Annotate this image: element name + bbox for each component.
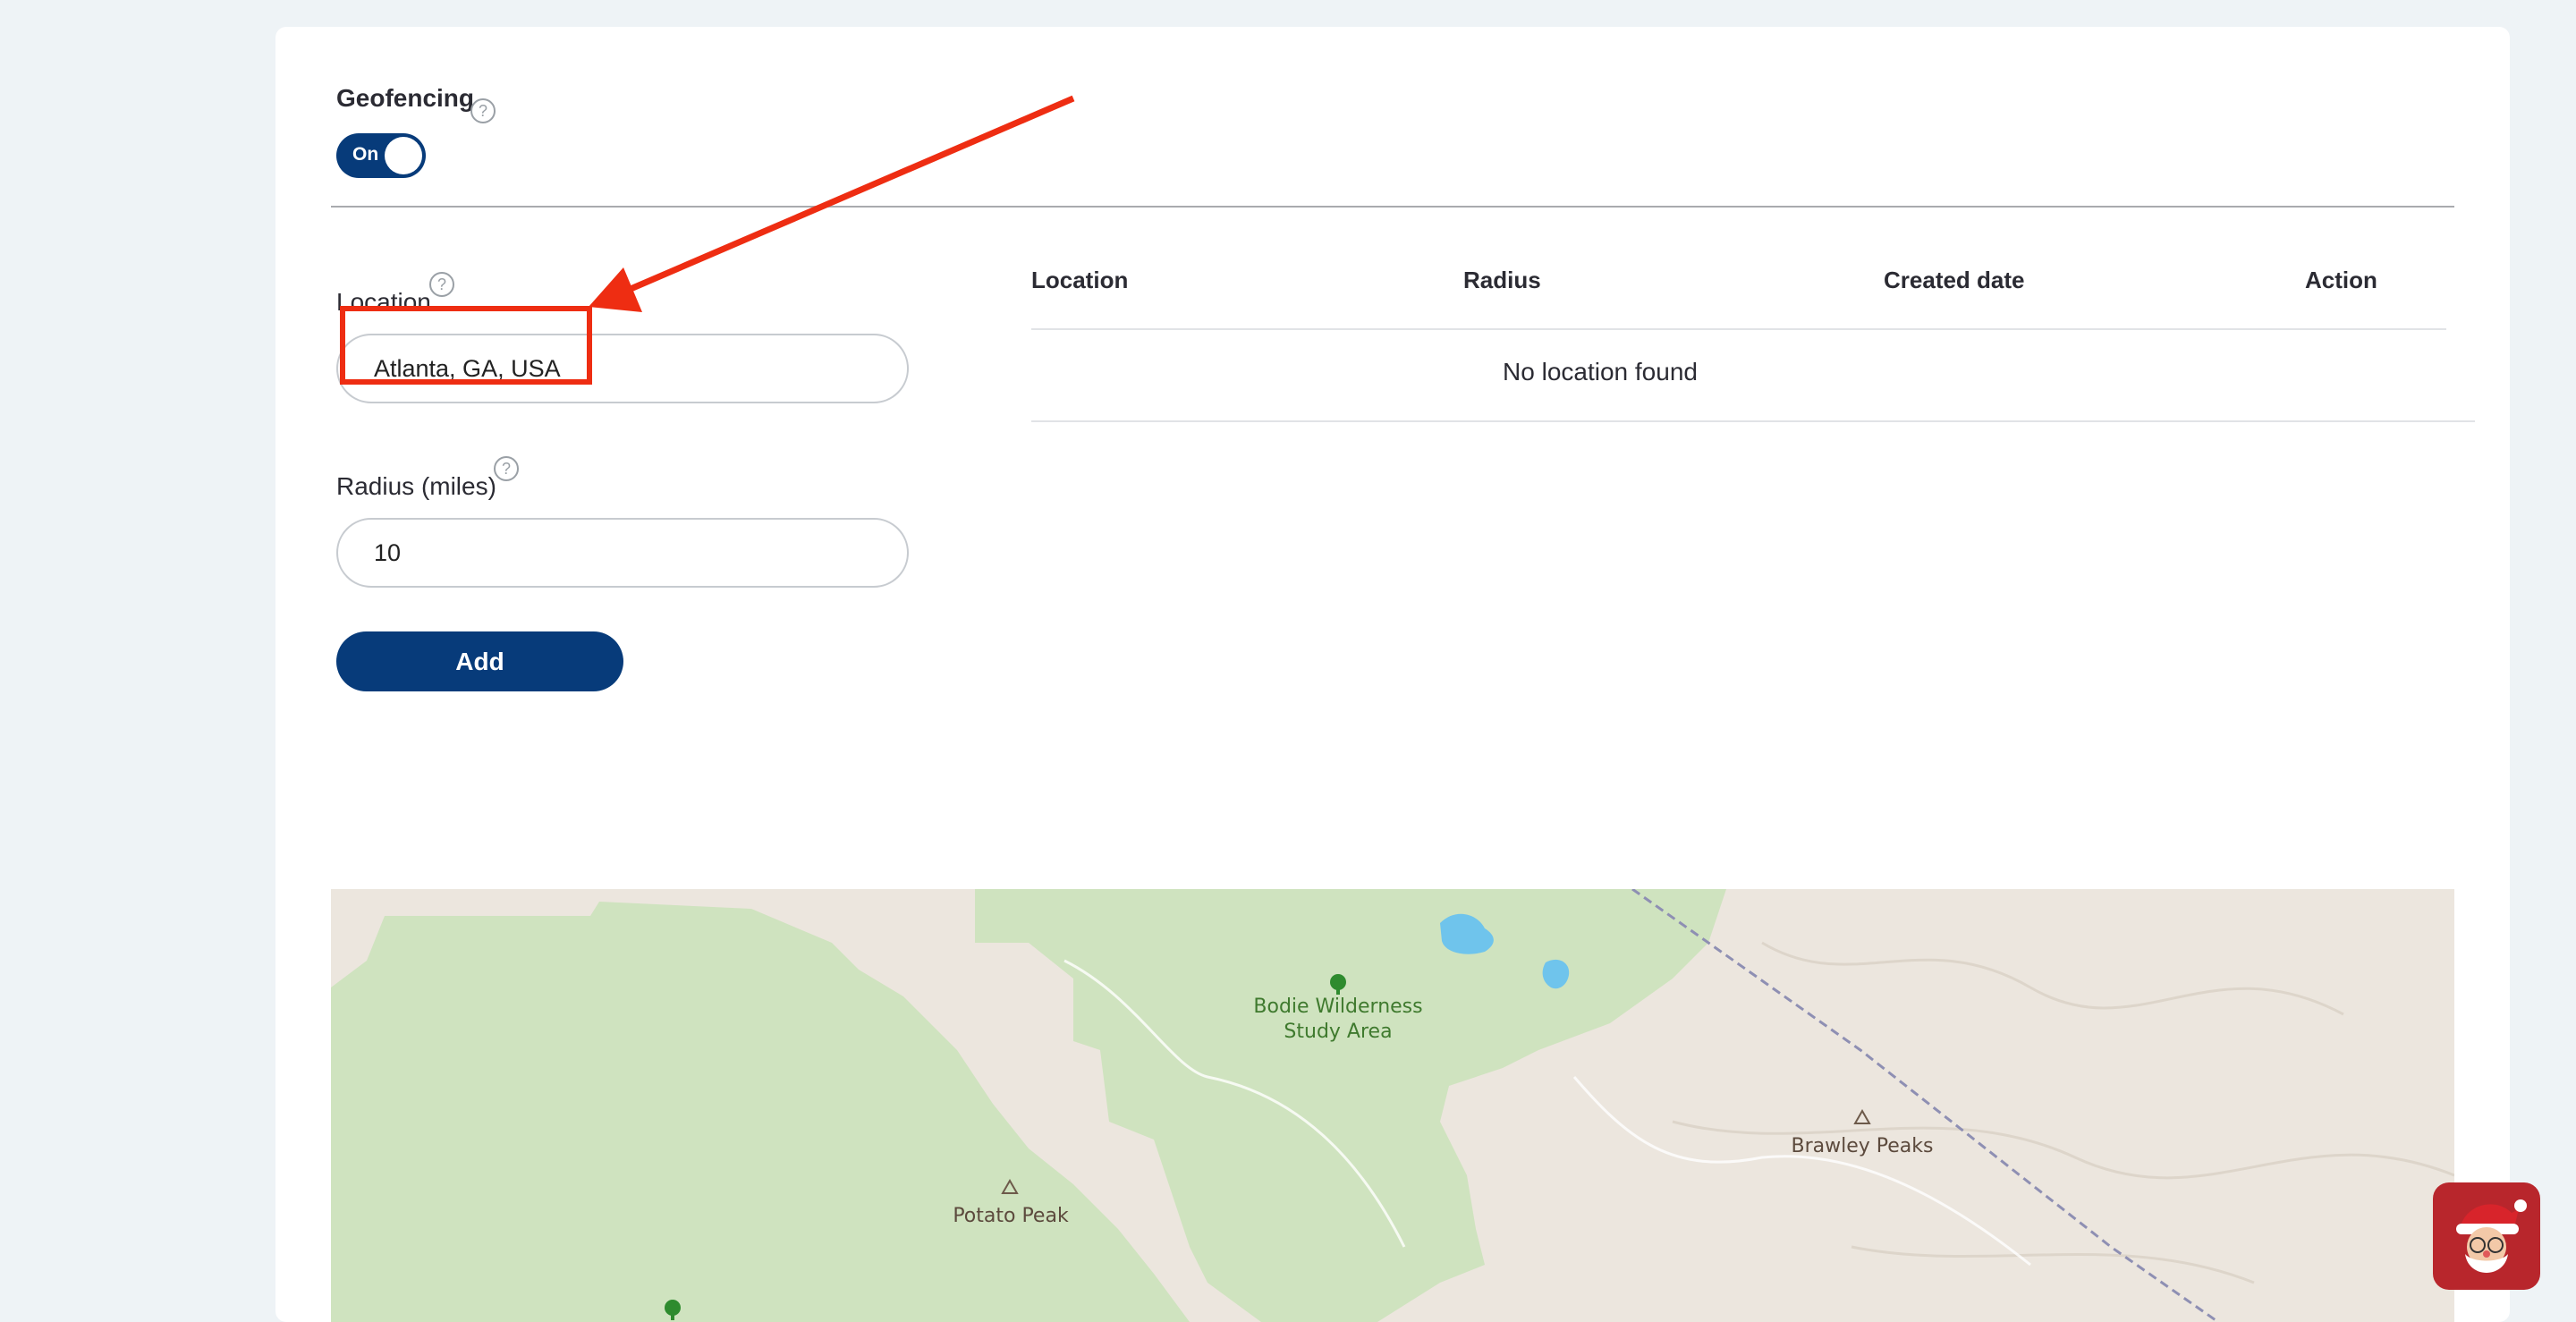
geofencing-help-icon[interactable]: ? — [470, 98, 496, 123]
santa-avatar-icon — [2456, 1199, 2527, 1273]
radius-help-icon[interactable]: ? — [494, 456, 519, 481]
toggle-knob — [385, 137, 422, 174]
geofencing-title: Geofencing — [336, 84, 475, 112]
column-header-created-date: Created date — [1884, 267, 2025, 293]
empty-table-message: No location found — [1503, 358, 1698, 386]
map-label-potato-peak: Potato Peak — [953, 1205, 1069, 1227]
radius-input[interactable] — [336, 518, 909, 588]
radius-label: Radius (miles) — [336, 472, 496, 500]
map-label-bodie: Bodie Wilderness Study Area — [1249, 995, 1428, 1045]
table-header-divider — [1031, 328, 2446, 330]
table-bottom-divider — [1031, 420, 2475, 422]
map-label-bodie-line2: Study Area — [1284, 1021, 1393, 1043]
column-header-action: Action — [2305, 267, 2377, 293]
map-view[interactable]: Bodie Wilderness Study Area Potato Peak … — [331, 889, 2454, 1322]
map-label-brawley-peaks: Brawley Peaks — [1791, 1135, 1934, 1157]
map-canvas — [331, 889, 2454, 1322]
annotation-highlight-box — [340, 306, 592, 385]
toggle-label: On — [352, 144, 379, 165]
assistant-launcher-button[interactable] — [2433, 1182, 2540, 1290]
geofencing-toggle[interactable]: On — [336, 133, 426, 178]
column-header-radius: Radius — [1463, 267, 1541, 293]
add-button[interactable]: Add — [336, 631, 623, 691]
geofencing-card: Geofencing ? On Location ? Radius (miles… — [275, 27, 2510, 1322]
section-divider — [331, 206, 2454, 208]
column-header-location: Location — [1031, 267, 1129, 293]
map-label-bodie-line1: Bodie Wilderness — [1253, 996, 1423, 1018]
location-help-icon[interactable]: ? — [429, 272, 454, 297]
